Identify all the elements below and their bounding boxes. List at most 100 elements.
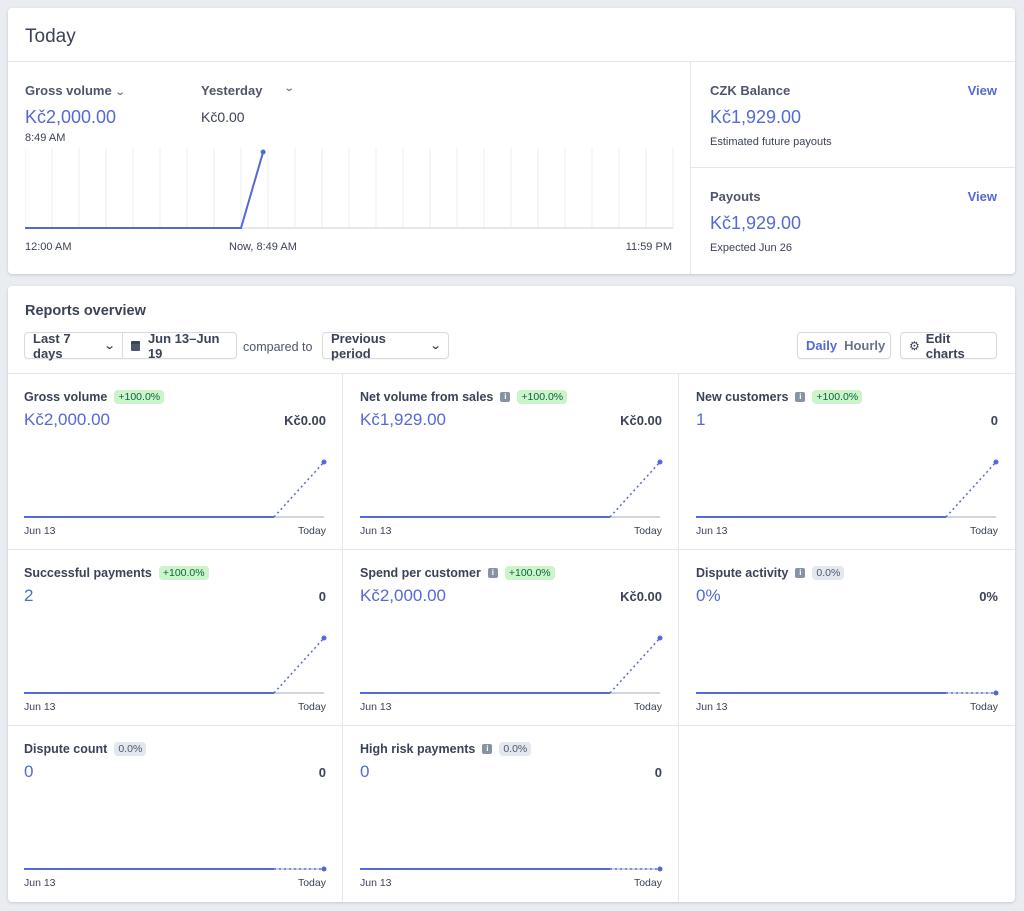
date-range-button[interactable]: Jun 13–Jun 19 — [122, 330, 237, 361]
compare-period-value: Previous period — [331, 330, 386, 361]
series-line-partial — [273, 637, 325, 694]
metric-tile[interactable]: High risk payments i 0.0% 0 0 Jun 13 Today — [344, 726, 680, 902]
gear-icon: ⚙ — [909, 338, 920, 353]
metric-tile[interactable]: Gross volume +100.0% Kč2,000.00 Kč0.00 Jun 1… — [8, 374, 344, 550]
data-point-today — [321, 459, 327, 465]
x-axis-start-label: Jun 13 — [24, 877, 56, 889]
x-axis-start-label: Jun 13 — [360, 877, 392, 889]
edit-charts-label: Edit charts — [925, 330, 965, 361]
metric-sparkline — [696, 459, 999, 518]
metric-tile[interactable]: Net volume from sales i +100.0% Kč1,929.00 K… — [344, 374, 680, 550]
czk-balance-view-link[interactable]: View — [968, 83, 997, 98]
metric-previous-value: 0 — [318, 589, 326, 604]
divider — [8, 61, 1015, 62]
payouts-note: Expected Jun 26 — [710, 242, 792, 254]
metric-sparkline — [360, 459, 663, 518]
date-range-value: Jun 13–Jun 19 — [147, 330, 220, 361]
info-icon[interactable]: i — [500, 392, 511, 402]
metric-tile[interactable]: Spend per customer i +100.0% Kč2,000.00 Kč0.… — [344, 550, 680, 726]
data-point-today — [321, 866, 327, 872]
metric-previous-value: Kč0.00 — [620, 413, 662, 428]
compare-value: Kč0.00 — [201, 109, 245, 125]
reports-title: Reports overview — [25, 303, 146, 319]
metric-tile[interactable]: New customers i +100.0% 1 0 Jun 13 Today — [680, 374, 1016, 550]
divider — [691, 167, 1015, 168]
metric-tile[interactable]: Successful payments +100.0% 2 0 Jun 13 Today — [8, 550, 344, 726]
payouts-view-link[interactable]: View — [968, 189, 997, 204]
x-axis-end-label: Today — [297, 877, 326, 889]
change-badge: 0.0% — [812, 566, 845, 580]
x-axis-start-label: Jun 13 — [696, 701, 728, 713]
compared-to-label: compared to — [243, 340, 313, 354]
metric-title: Dispute activity i 0.0% — [696, 566, 845, 580]
change-badge: +100.0% — [812, 390, 863, 404]
gross-volume-time: 8:49 AM — [25, 132, 66, 144]
today-card: Today Gross volume ⌄ Kč2,000.00 8:49 AM Y… — [8, 8, 1015, 274]
info-icon[interactable]: i — [482, 744, 493, 754]
metric-title: Gross volume +100.0% — [24, 390, 165, 404]
change-badge: +100.0% — [517, 390, 568, 404]
metric-tile[interactable]: Dispute count 0.0% 0 0 Jun 13 Today — [8, 726, 344, 902]
data-point-today — [321, 635, 327, 641]
x-axis-end-label: Today — [633, 701, 662, 713]
chevron-down-icon: ⌄ — [103, 340, 116, 352]
info-icon[interactable]: i — [795, 568, 806, 578]
metric-title: Successful payments +100.0% — [24, 566, 209, 580]
daily-option[interactable]: Daily — [806, 338, 837, 353]
edit-charts-button[interactable]: ⚙ Edit charts — [900, 330, 997, 361]
data-point-today — [657, 866, 663, 872]
metric-value: 1 — [696, 410, 706, 429]
data-point-today — [657, 635, 663, 641]
compare-period-select[interactable]: Previous period ⌄ — [322, 330, 449, 361]
change-badge: 0.0% — [114, 742, 147, 756]
metric-title: Spend per customer i +100.0% — [360, 566, 555, 580]
metric-title-label: Spend per customer — [360, 566, 481, 580]
change-badge: +100.0% — [114, 390, 165, 404]
chevron-down-icon: ⌄ — [114, 87, 126, 98]
change-badge: 0.0% — [499, 742, 532, 756]
metric-title-label: High risk payments — [360, 742, 476, 756]
x-axis-end-label: Today — [633, 877, 662, 889]
x-axis-start-label: Jun 13 — [24, 701, 56, 713]
x-axis-start-label: 12:00 AM — [25, 241, 72, 253]
info-icon[interactable]: i — [795, 392, 806, 402]
divider — [690, 62, 691, 274]
metric-value: 0 — [360, 762, 370, 781]
gross-volume-value: Kč2,000.00 — [25, 107, 117, 127]
x-axis-end-label: Today — [633, 525, 662, 537]
series-line-partial — [945, 461, 997, 518]
data-point-today — [993, 459, 999, 465]
x-axis-end-label: Today — [969, 525, 998, 537]
compare-selector[interactable]: Yesterday ⌄ — [201, 83, 294, 98]
metric-title: Dispute count 0.0% — [24, 742, 147, 756]
data-point-today — [657, 459, 663, 465]
hourly-option[interactable]: Hourly — [844, 338, 885, 353]
metric-tile[interactable]: Dispute activity i 0.0% 0% 0% Jun 13 Today — [680, 550, 1016, 726]
metric-title-label: Net volume from sales — [360, 390, 494, 404]
metric-title-label: Gross volume — [24, 390, 108, 404]
compare-label: Yesterday — [201, 83, 263, 98]
metric-sparkline — [24, 866, 327, 872]
x-axis-now-label: Now, 8:49 AM — [229, 241, 297, 253]
range-select-value: Last 7 days — [33, 330, 71, 361]
metric-title: New customers i +100.0% — [696, 390, 863, 404]
x-axis-start-label: Jun 13 — [360, 525, 392, 537]
metric-sparkline — [360, 866, 663, 872]
range-select[interactable]: Last 7 days ⌄ — [24, 330, 123, 361]
calendar-icon — [131, 340, 140, 351]
metric-previous-value: 0 — [318, 765, 326, 780]
metric-value: Kč2,000.00 — [360, 586, 447, 605]
today-title: Today — [25, 26, 76, 47]
metric-sparkline — [24, 635, 327, 694]
series-line — [25, 151, 265, 229]
gross-volume-selector[interactable]: Gross volume ⌄ — [25, 83, 126, 98]
metric-previous-value: 0 — [654, 765, 662, 780]
today-gross-volume-chart — [25, 148, 674, 229]
metric-title-label: Dispute count — [24, 742, 108, 756]
metric-value: 0% — [696, 586, 721, 605]
info-icon[interactable]: i — [487, 568, 498, 578]
series-line-partial — [609, 637, 661, 694]
series-line-partial — [609, 461, 661, 518]
metric-sparkline — [696, 690, 999, 696]
metric-title: High risk payments i 0.0% — [360, 742, 532, 756]
